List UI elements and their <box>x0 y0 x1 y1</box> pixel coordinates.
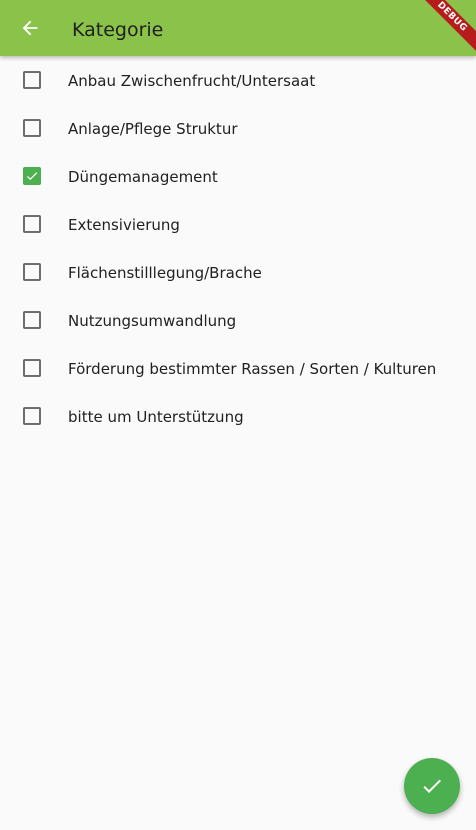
category-item[interactable]: Nutzungsumwandlung <box>0 297 476 345</box>
page-title: Kategorie <box>72 19 164 41</box>
category-label: Düngemanagement <box>68 168 218 186</box>
arrow-back-icon <box>22 20 38 36</box>
check-icon <box>423 779 441 793</box>
app-bar: Kategorie DEBUG <box>0 0 476 56</box>
category-item[interactable]: Anlage/Pflege Struktur <box>0 105 476 153</box>
category-list: Anbau Zwischenfrucht/Untersaat Anlage/Pf… <box>0 57 476 441</box>
checkbox-checked[interactable] <box>23 167 41 185</box>
category-label: Extensivierung <box>68 216 180 234</box>
category-label: Nutzungsumwandlung <box>68 312 237 330</box>
checkbox[interactable] <box>23 71 41 89</box>
check-icon <box>26 172 38 181</box>
back-button[interactable] <box>12 10 48 46</box>
confirm-button[interactable] <box>404 758 460 814</box>
checkbox[interactable] <box>23 263 41 281</box>
category-label: Anlage/Pflege Struktur <box>68 120 238 138</box>
checkbox[interactable] <box>23 359 41 377</box>
category-label: bitte um Unterstützung <box>68 408 244 426</box>
category-item[interactable]: Anbau Zwischenfrucht/Untersaat <box>0 57 476 105</box>
debug-banner: DEBUG <box>413 0 476 56</box>
category-item[interactable]: Flächenstilllegung/Brache <box>0 249 476 297</box>
category-item[interactable]: Extensivierung <box>0 201 476 249</box>
category-label: Flächenstilllegung/Brache <box>68 264 262 282</box>
category-label: Förderung bestimmter Rassen / Sorten / K… <box>68 360 437 378</box>
category-item[interactable]: Förderung bestimmter Rassen / Sorten / K… <box>0 345 476 393</box>
category-label: Anbau Zwischenfrucht/Untersaat <box>68 72 316 90</box>
checkbox[interactable] <box>23 311 41 329</box>
checkbox[interactable] <box>23 119 41 137</box>
checkbox[interactable] <box>23 215 41 233</box>
category-item[interactable]: bitte um Unterstützung <box>0 393 476 441</box>
category-item[interactable]: Düngemanagement <box>0 153 476 201</box>
checkbox[interactable] <box>23 407 41 425</box>
